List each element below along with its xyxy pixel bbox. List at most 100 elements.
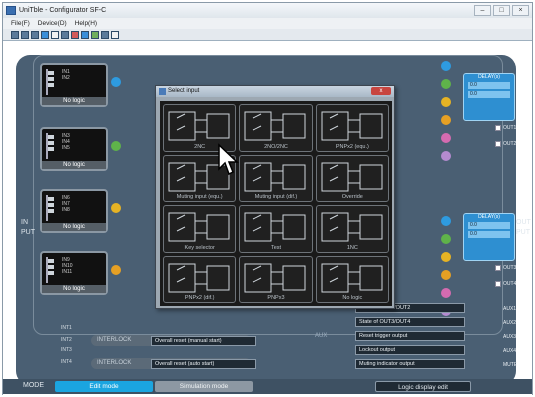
out-put-label: PUT xyxy=(516,229,530,236)
delay-field[interactable]: 0.0 xyxy=(468,222,510,229)
input-block-2[interactable]: IN3 IN4 IN5 No logic xyxy=(40,127,108,171)
output-terminal xyxy=(495,281,501,287)
tile-caption: PNPx2 (equ.) xyxy=(335,143,369,150)
monitor-icon[interactable] xyxy=(111,31,119,39)
input-option-tile[interactable]: PNPx3 xyxy=(239,255,313,303)
interlock-pin: INT1 xyxy=(61,325,72,331)
circuit-diagram-icon xyxy=(168,212,230,242)
aux-field[interactable]: State of OUT3/OUT4 xyxy=(355,317,465,327)
circuit-diagram-icon xyxy=(321,162,383,191)
cut-icon[interactable] xyxy=(51,31,59,39)
dialog-icon xyxy=(159,88,166,95)
output-terminal xyxy=(495,265,501,271)
connector-dot xyxy=(111,77,121,87)
app-window: UniTble - Configurator SF-C – □ × File(F… xyxy=(2,2,533,396)
simulation-mode-button[interactable]: Simulation mode xyxy=(155,381,253,392)
connector-dot xyxy=(441,234,451,244)
input-option-tile[interactable]: Muting input (dif.) xyxy=(239,154,313,202)
logic-display-edit-button[interactable]: Logic display edit xyxy=(375,381,471,392)
print-icon[interactable] xyxy=(41,31,49,39)
close-window-button[interactable]: × xyxy=(512,5,529,16)
menu-help[interactable]: Help(H) xyxy=(75,18,97,29)
mode-bar: MODE Edit mode Simulation mode Logic dis… xyxy=(3,379,532,394)
mode-label: MODE xyxy=(23,382,44,389)
dialog-close-button[interactable]: x xyxy=(371,87,391,95)
input-option-tile[interactable]: Test xyxy=(239,205,313,253)
output-label: OUT4 xyxy=(503,281,517,287)
output-terminal xyxy=(495,141,501,147)
circuit-diagram-icon xyxy=(321,111,383,141)
input-option-tile[interactable]: Key selector xyxy=(163,205,237,253)
input-option-tile[interactable]: PNPx2 (equ.) xyxy=(315,104,389,152)
mouse-cursor-icon xyxy=(218,143,239,176)
window-title: UniTble - Configurator SF-C xyxy=(19,7,107,14)
paste-icon[interactable] xyxy=(71,31,79,39)
tile-caption: Override xyxy=(341,194,363,200)
input-block-label: No logic xyxy=(42,97,106,105)
select-input-dialog: Select input x 2NC 2NO/2NC PNPx2 (equ.) Mut… xyxy=(155,85,395,309)
input-option-tile[interactable]: PNPx2 (dif.) xyxy=(163,255,237,303)
interlock-pin: INT2 xyxy=(61,337,72,343)
delay-field[interactable]: 0.0 xyxy=(468,91,510,98)
output-delay-box-2[interactable]: DELAY(s) 0.0 0.0 xyxy=(463,213,515,261)
output-label: OUT1 xyxy=(503,125,517,131)
menu-bar: File(F) Device(D) Help(H) xyxy=(3,18,532,29)
copy-icon[interactable] xyxy=(61,31,69,39)
edit-mode-button[interactable]: Edit mode xyxy=(55,381,153,392)
in-put-label: PUT xyxy=(21,229,35,236)
circuit-diagram-icon xyxy=(244,162,306,191)
menu-file[interactable]: File(F) xyxy=(11,18,30,29)
new-icon[interactable] xyxy=(11,31,19,39)
aux-field[interactable]: Reset trigger output xyxy=(355,331,465,341)
maximize-button[interactable]: □ xyxy=(493,5,510,16)
tile-caption: Key selector xyxy=(184,244,215,251)
input-option-tile[interactable]: Override xyxy=(315,154,389,202)
info-icon[interactable] xyxy=(91,31,99,39)
connector-dot xyxy=(441,61,451,71)
interlock-pin: INT4 xyxy=(61,359,72,365)
settings-icon[interactable] xyxy=(81,31,89,39)
dialog-title-bar: Select input x xyxy=(156,86,394,97)
input-block-4[interactable]: IN9 IN10 IN11 No logic xyxy=(40,251,108,295)
connector-dot xyxy=(111,265,121,275)
aux-label: AUX2 xyxy=(503,320,517,326)
input-option-tile[interactable]: 1NC xyxy=(315,205,389,253)
input-block-1[interactable]: IN1 IN2 No logic xyxy=(40,63,108,107)
aux-field[interactable]: Muting indicator output xyxy=(355,359,465,369)
interlock-select-1[interactable]: Overall reset (manual start) xyxy=(151,336,256,346)
out-label: OUT xyxy=(516,219,531,226)
connector-dot xyxy=(441,97,451,107)
circuit-diagram-icon xyxy=(244,111,306,141)
output-label: OUT2 xyxy=(503,141,517,147)
tile-caption: Muting input (equ.) xyxy=(176,194,223,200)
output-delay-box-1[interactable]: DELAY(s) 0.0 0.0 xyxy=(463,73,515,121)
input-block-label: No logic xyxy=(42,223,106,231)
dialog-title: Select input xyxy=(168,88,200,94)
menu-device[interactable]: Device(D) xyxy=(38,18,67,29)
tile-caption: 2NO/2NC xyxy=(264,143,288,150)
tile-caption: Test xyxy=(270,244,282,251)
open-icon[interactable] xyxy=(21,31,29,39)
save-icon[interactable] xyxy=(31,31,39,39)
tile-caption: PNPx2 (dif.) xyxy=(184,295,215,301)
input-option-tile[interactable]: No logic xyxy=(315,255,389,303)
aux-label: AUX3 xyxy=(503,334,517,340)
tile-caption: PNPx3 xyxy=(267,295,285,301)
connector-dot xyxy=(441,151,451,161)
toolbar xyxy=(3,29,532,41)
connector-dot xyxy=(441,288,451,298)
tile-caption: Muting input (dif.) xyxy=(254,194,298,200)
connector-dot xyxy=(441,252,451,262)
interlock-select-2[interactable]: Overall reset (auto start) xyxy=(151,359,256,369)
input-block-label: No logic xyxy=(42,285,106,293)
connector-dot xyxy=(441,133,451,143)
connector-dot xyxy=(441,115,451,125)
delay-field[interactable]: 0.0 xyxy=(468,82,510,89)
input-block-3[interactable]: IN6 IN7 IN8 No logic xyxy=(40,189,108,233)
tile-caption: 1NC xyxy=(346,244,358,251)
stop-icon[interactable] xyxy=(101,31,109,39)
aux-field[interactable]: Lockout output xyxy=(355,345,465,355)
minimize-button[interactable]: – xyxy=(474,5,491,16)
delay-field[interactable]: 0.0 xyxy=(468,231,510,238)
input-option-tile[interactable]: 2NO/2NC xyxy=(239,104,313,152)
